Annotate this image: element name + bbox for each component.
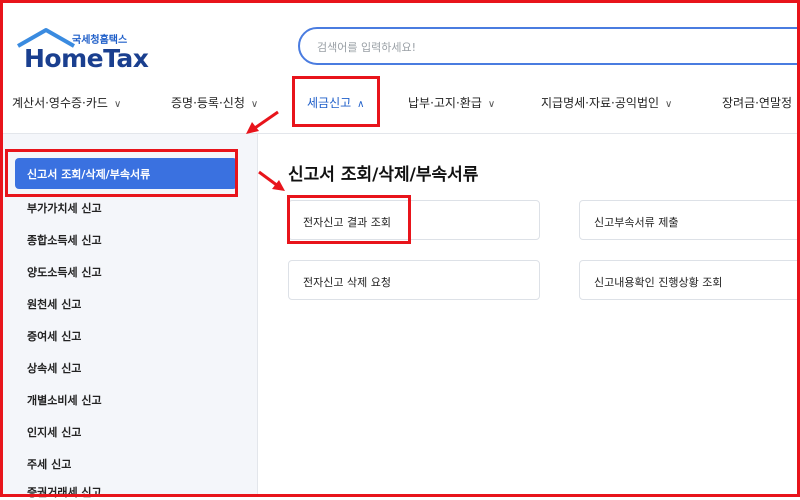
arrow-sidebar-to-card-icon	[258, 170, 285, 191]
